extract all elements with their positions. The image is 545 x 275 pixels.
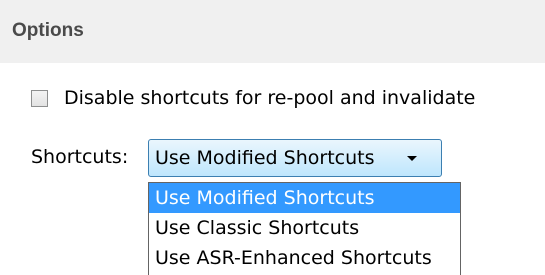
dropdown-option-modified[interactable]: Use Modified Shortcuts (149, 183, 460, 213)
disable-shortcuts-checkbox[interactable] (31, 89, 48, 107)
dropdown-option-classic[interactable]: Use Classic Shortcuts (149, 213, 460, 243)
shortcuts-select[interactable]: Use Modified Shortcuts (148, 139, 442, 177)
shortcuts-dropdown-list: Use Modified Shortcuts Use Classic Short… (148, 182, 461, 275)
shortcuts-select-value: Use Modified Shortcuts (155, 147, 375, 169)
dropdown-option-asr-enhanced[interactable]: Use ASR-Enhanced Shortcuts (149, 243, 460, 273)
options-section-header: Options (0, 0, 545, 63)
disable-shortcuts-label[interactable]: Disable shortcuts for re-pool and invali… (64, 87, 475, 109)
options-section-title: Options (12, 20, 84, 41)
shortcuts-label: Shortcuts: (31, 146, 129, 168)
disable-shortcuts-row[interactable]: Disable shortcuts for re-pool and invali… (31, 85, 475, 111)
chevron-down-icon[interactable] (407, 156, 417, 161)
